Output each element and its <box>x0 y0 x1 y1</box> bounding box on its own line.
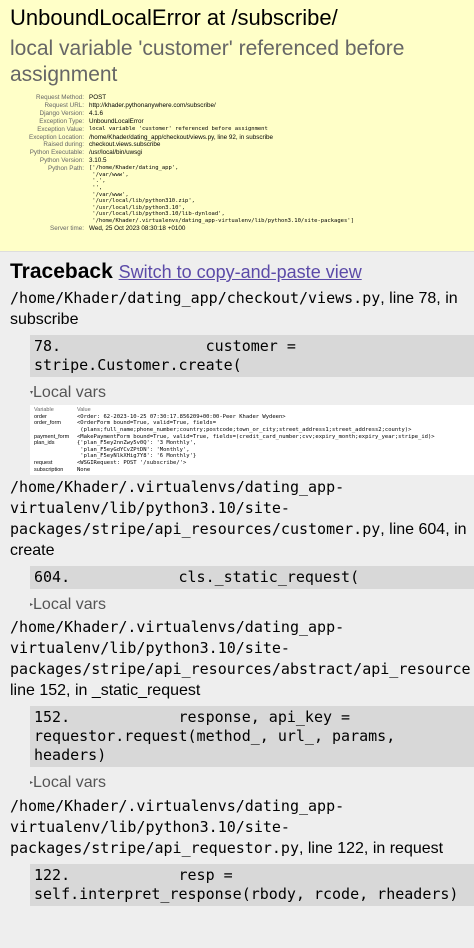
local-vars-toggle[interactable]: ▾Local vars <box>30 383 474 403</box>
traceback-frame: /home/Khader/.virtualenvs/dating_app-vir… <box>10 796 474 906</box>
error-title: UnboundLocalError at /subscribe/ <box>10 5 338 30</box>
frame-filename: /home/Khader/.virtualenvs/dating_app-vir… <box>10 796 345 857</box>
local-vars-table: Variable Value order <Order: 62-2023-10-2… <box>30 405 474 476</box>
table-row: payment_form <MakePaymentForm bound=True,… <box>34 433 435 440</box>
context-line[interactable]: 78. customer = stripe.Customer.create( <box>30 335 474 377</box>
traceback-frame: /home/Khader/.virtualenvs/dating_app-vir… <box>10 477 474 615</box>
table-row: order_form <OrderForm bound=True, valid=T… <box>34 420 412 434</box>
traceback-frame: /home/Khader/dating_app/checkout/views.p… <box>10 288 474 476</box>
frame-line-info: , line 122, in request <box>298 839 444 857</box>
python-path-value: ['/home/Khader/dating_app', '/var/www', … <box>89 165 354 224</box>
frame-filename: /home/Khader/dating_app/checkout/views.p… <box>10 289 381 307</box>
meta-row: Raised during: checkout.views.subscribe <box>43 141 161 149</box>
meta-row: Server time: Wed, 25 Oct 2023 08:30:18 +0… <box>50 224 186 232</box>
table-row: subscription None <box>34 466 91 473</box>
context-line[interactable]: 152. response, api_key = requestor.reque… <box>30 706 474 768</box>
meta-row: Request Method: POST <box>36 94 107 101</box>
traceback-section: Traceback Switch to copy-and-paste view … <box>0 252 474 948</box>
context-line[interactable]: 604. cls._static_request( <box>30 566 474 590</box>
meta-row: Python Path: ['/home/Khader/dating_app', … <box>47 165 354 224</box>
request-meta-table: Request Method: POST Request URL: http://k… <box>10 94 464 232</box>
traceback-frame: /home/Khader/.virtualenvs/dating_app-vir… <box>10 617 474 793</box>
switch-view-link[interactable]: Switch to copy-and-paste view <box>119 262 362 282</box>
traceback-header: Traceback Switch to copy-and-paste view <box>10 258 474 286</box>
frame-location: /home/Khader/dating_app/checkout/views.p… <box>10 288 474 330</box>
meta-row: Exception Value: local variable 'customer… <box>37 125 268 133</box>
table-row: order <Order: 62-2023-10-25 07:30:17.8562… <box>34 413 286 420</box>
table-row: plan_ids {'plan_F5ey2nnZwy5v0Q': '3 Month… <box>34 440 197 460</box>
meta-row: Python Version: 3.10.5 <box>39 157 107 165</box>
frame-filename: /home/Khader/.virtualenvs/dating_app-vir… <box>10 618 474 679</box>
meta-row: Request URL: http://khader.pythonanywhere… <box>44 101 216 109</box>
frame-location: /home/Khader/.virtualenvs/dating_app-vir… <box>10 796 474 859</box>
table-row: request <WSGIRequest: POST '/subscribe/'> <box>34 459 187 466</box>
error-summary: UnboundLocalError at /subscribe/ local v… <box>0 0 474 252</box>
error-message: local variable 'customer' referenced bef… <box>10 37 405 86</box>
meta-row: Exception Location:/home/Khader/dating_a… <box>29 133 274 141</box>
local-vars-toggle[interactable]: ▸Local vars <box>30 773 474 793</box>
meta-row: Exception Type: UnboundLocalError <box>39 117 144 125</box>
local-vars-toggle[interactable]: ▸Local vars <box>30 595 474 615</box>
frame-location: /home/Khader/.virtualenvs/dating_app-vir… <box>10 617 474 701</box>
vars-header-row: Variable Value <box>34 407 91 414</box>
frame-filename: /home/Khader/.virtualenvs/dating_app-vir… <box>10 478 381 539</box>
traceback-title: Traceback <box>10 260 113 283</box>
frame-location: /home/Khader/.virtualenvs/dating_app-vir… <box>10 477 474 561</box>
meta-row: Python Executable:/usr/local/bin/uwsgi <box>29 149 143 157</box>
context-line[interactable]: 122. resp = self.interpret_response(rbod… <box>30 863 474 906</box>
meta-row: Django Version: 4.1.6 <box>39 109 104 117</box>
